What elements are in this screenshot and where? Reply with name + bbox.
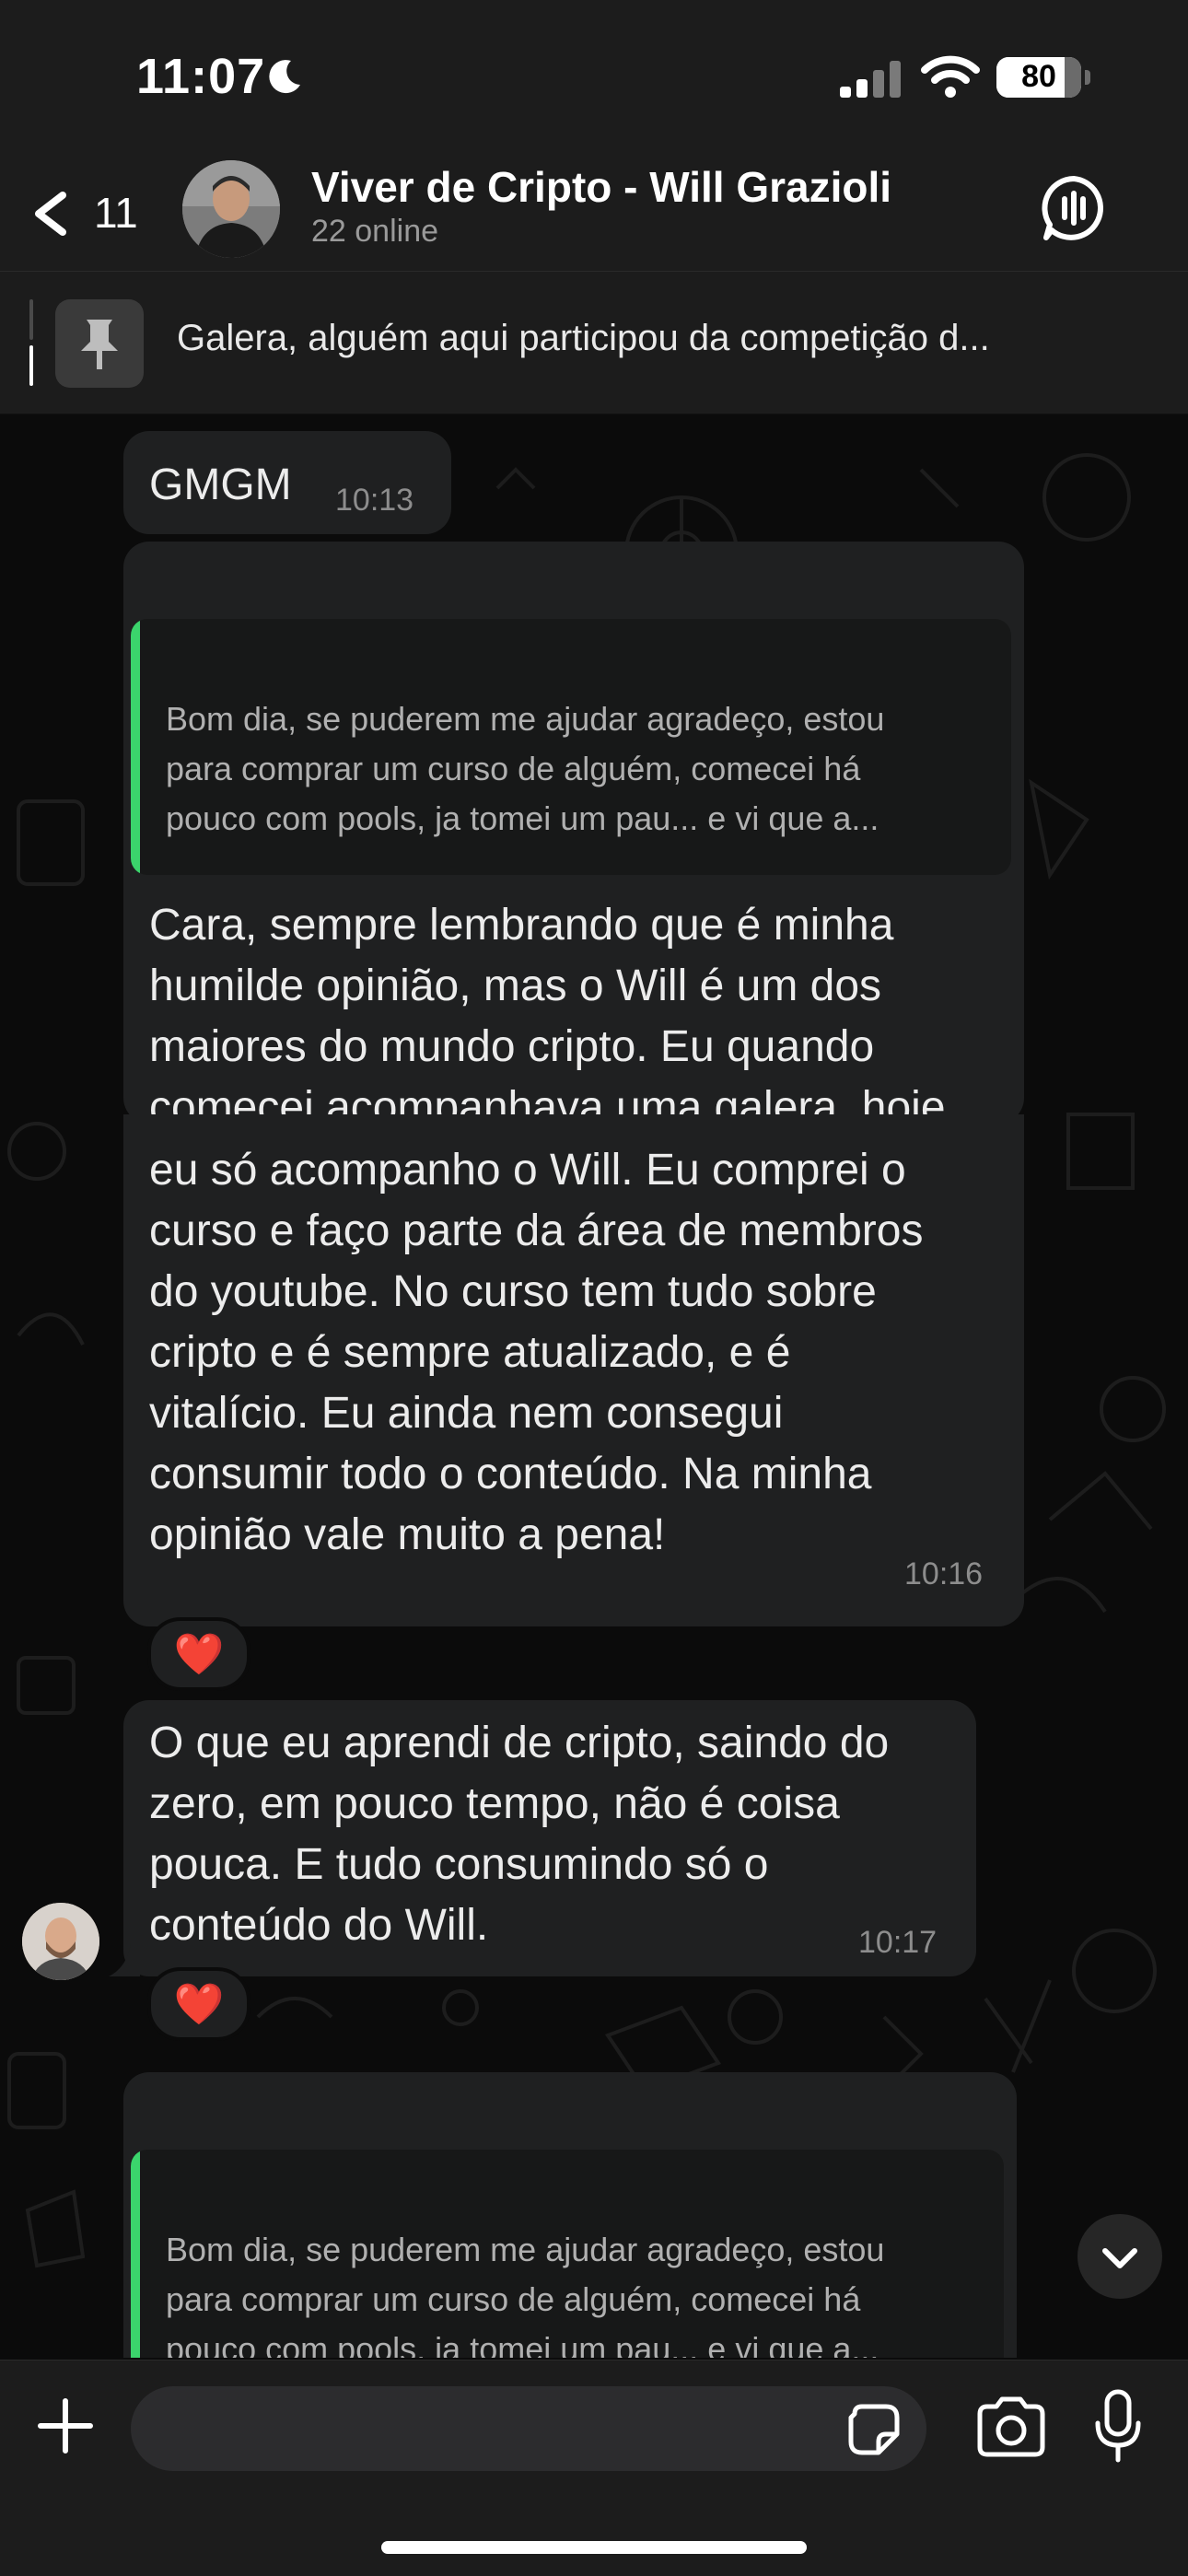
chevron-down-icon	[1102, 2248, 1137, 2268]
group-avatar-image	[182, 160, 280, 258]
quoted-text-line: pouco com pools, ja tomei um pau... e vi…	[166, 799, 879, 837]
quoted-text-line: pouco com pools, ja tomei um pau... e vi…	[166, 2330, 879, 2358]
back-chevron-icon	[35, 192, 66, 236]
message-time: 10:17	[858, 1925, 938, 1960]
message-text-line: consumir todo o conteúdo. Na minha	[149, 1450, 872, 1498]
message-text-line: opinião vale muito a pena!	[149, 1510, 666, 1559]
message-text-line: humilde opinião, mas o Will é um dos	[149, 962, 882, 1010]
pinned-indicator-active	[29, 345, 33, 386]
status-time: 11:07	[136, 49, 266, 104]
pinned-message-text: Galera, alguém aqui participou da compet…	[177, 318, 990, 358]
chat-area[interactable]: GMGM 10:13 Bom dia, se puderem me ajudar…	[0, 414, 1188, 2358]
microphone-icon[interactable]	[1089, 2386, 1147, 2467]
message-input[interactable]	[158, 2386, 844, 2473]
home-indicator[interactable]	[381, 2541, 807, 2554]
battery-indicator: 80	[996, 57, 1081, 98]
message-text-line: O que eu aprendi de cripto, saindo do	[149, 1719, 890, 1767]
battery-percent: 80	[1021, 59, 1056, 94]
message-bubble[interactable]: O que eu aprendi de cripto, saindo do ze…	[123, 1700, 976, 1976]
quoted-text-line: para comprar um curso de alguém, comecei…	[166, 2280, 861, 2318]
message-text-line: cripto e é sempre atualizado, e é	[149, 1328, 791, 1377]
message-text-line: pouca. E tudo consumindo só o	[149, 1840, 769, 1889]
sticker-icon[interactable]	[845, 2401, 903, 2458]
online-count: 22 online	[311, 214, 439, 249]
message-bubble[interactable]: GMGM 10:13	[123, 431, 451, 534]
message-bubble[interactable]: Bom dia, se puderem me ajudar agradeço, …	[123, 2072, 1017, 2358]
unread-count: 11	[94, 189, 138, 237]
message-input-container[interactable]	[131, 2386, 926, 2473]
voice-chat-icon[interactable]	[1037, 171, 1111, 245]
quoted-text-line: Bom dia, se puderem me ajudar agradeço, …	[166, 2231, 885, 2268]
message-time: 10:13	[335, 483, 414, 518]
group-avatar[interactable]	[182, 160, 280, 258]
scroll-to-bottom-button[interactable]	[1077, 2214, 1162, 2299]
chat-header: 11 Viver de Cripto - Will Grazioli 22 on…	[0, 157, 1188, 272]
message-text-line: maiores do mundo cripto. Eu quando	[149, 1022, 875, 1071]
moon-icon	[269, 60, 300, 94]
message-bubble-continued[interactable]: eu só acompanho o Will. Eu comprei o cur…	[123, 1114, 1024, 1626]
camera-icon[interactable]	[973, 2392, 1050, 2462]
wifi-icon	[921, 55, 980, 98]
message-text: GMGM	[149, 460, 292, 509]
signal-icon	[840, 61, 901, 98]
sender-avatar-image	[22, 1903, 99, 1980]
reaction-heart[interactable]: ❤️	[147, 1967, 250, 2041]
quoted-message[interactable]: Bom dia, se puderem me ajudar agradeço, …	[131, 2150, 1004, 2358]
pinned-indicator	[29, 299, 33, 340]
message-text-line: zero, em pouco tempo, não é coisa	[149, 1779, 840, 1828]
pin-icon	[81, 320, 118, 369]
reaction-heart[interactable]: ❤️	[147, 1617, 250, 1691]
group-title[interactable]: Viver de Cripto - Will Grazioli	[311, 162, 891, 212]
status-bar: 11:07 80	[0, 0, 1188, 157]
message-text-line: do youtube. No curso tem tudo sobre	[149, 1267, 877, 1316]
message-time: 10:16	[904, 1556, 984, 1591]
message-text-line: conteúdo do Will.	[149, 1901, 489, 1950]
message-text-line: vitalício. Eu ainda nem consegui	[149, 1389, 784, 1438]
pin-icon-container	[55, 299, 144, 388]
bubble-tail	[109, 1943, 140, 1976]
message-bubble[interactable]: Bom dia, se puderem me ajudar agradeço, …	[123, 542, 1024, 1132]
quote-accent-bar	[131, 619, 140, 875]
message-text-line: curso e faço parte da área de membros	[149, 1206, 924, 1255]
plus-icon[interactable]	[33, 2394, 98, 2458]
quoted-text-line: Bom dia, se puderem me ajudar agradeço, …	[166, 700, 885, 738]
back-button[interactable]: 11	[29, 177, 149, 251]
pinned-message[interactable]: Galera, alguém aqui participou da compet…	[0, 272, 1188, 414]
sender-avatar[interactable]	[22, 1903, 99, 1980]
quoted-message[interactable]: Bom dia, se puderem me ajudar agradeço, …	[131, 619, 1011, 875]
quoted-text-line: para comprar um curso de alguém, comecei…	[166, 750, 861, 787]
quote-accent-bar	[131, 2150, 140, 2358]
message-text-line: Cara, sempre lembrando que é minha	[149, 901, 894, 950]
message-composer	[0, 2360, 1188, 2576]
message-text-line: eu só acompanho o Will. Eu comprei o	[149, 1146, 906, 1195]
